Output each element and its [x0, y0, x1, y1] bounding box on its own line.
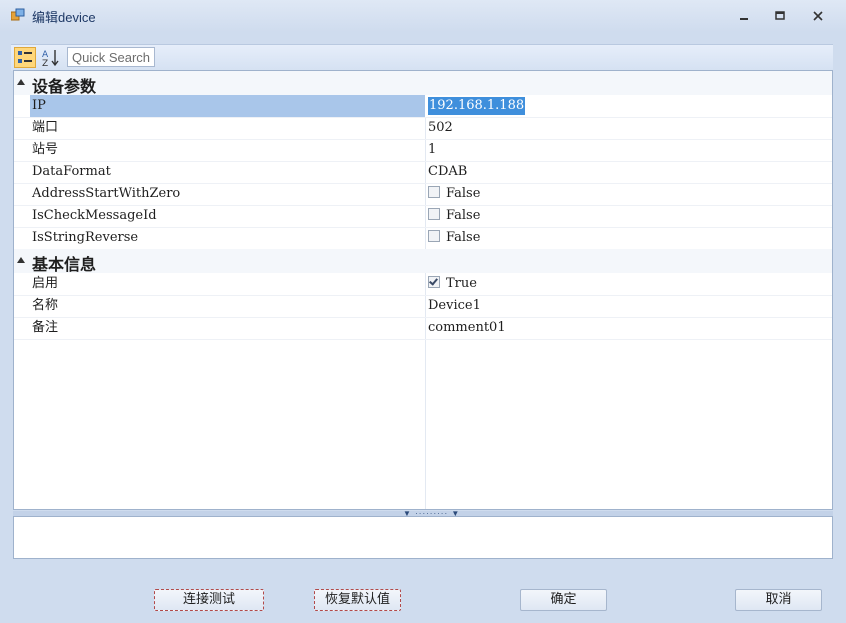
category-label: 基本信息: [32, 255, 97, 274]
close-icon: [813, 11, 823, 21]
property-name: 端口: [32, 120, 59, 135]
restore-button[interactable]: [769, 7, 791, 25]
property-row-ip[interactable]: IP 192.168.1.188: [14, 95, 832, 118]
restore-defaults-button[interactable]: 恢复默认值: [314, 589, 401, 611]
description-pane: [13, 516, 833, 559]
close-button[interactable]: [807, 7, 829, 25]
property-row-port[interactable]: 端口 502: [14, 117, 832, 140]
connection-test-button[interactable]: 连接测试: [154, 589, 264, 611]
svg-text:Z: Z: [42, 59, 48, 68]
cancel-button[interactable]: 取消: [735, 589, 822, 611]
property-value[interactable]: True: [428, 273, 477, 295]
window-title: 编辑device: [32, 10, 96, 25]
quick-search-input[interactable]: [67, 47, 155, 67]
property-row-name[interactable]: 名称 Device1: [14, 295, 832, 318]
checkbox[interactable]: [428, 276, 440, 288]
property-value[interactable]: 192.168.1.188: [428, 97, 526, 115]
property-name: IsCheckMessageId: [32, 208, 157, 223]
property-value[interactable]: Device1: [428, 295, 481, 317]
property-row-comment[interactable]: 备注 comment01: [14, 317, 832, 340]
property-value[interactable]: False: [428, 183, 480, 205]
property-name: AddressStartWithZero: [32, 186, 181, 201]
property-value[interactable]: 1: [428, 139, 436, 161]
property-grid-toolbar: A Z: [11, 44, 833, 71]
property-name: 备注: [32, 320, 59, 335]
property-value[interactable]: False: [428, 205, 480, 227]
checkbox[interactable]: [428, 208, 440, 220]
property-row-dataformat[interactable]: DataFormat CDAB: [14, 161, 832, 184]
alphabetical-sort-button[interactable]: A Z: [41, 48, 61, 69]
property-row-station[interactable]: 站号 1: [14, 139, 832, 162]
window-app-icon: [11, 8, 25, 21]
categorized-view-button[interactable]: [14, 47, 36, 68]
property-row-isstringreverse[interactable]: IsStringReverse False: [14, 227, 832, 250]
alphabetical-sort-icon: A Z: [42, 50, 59, 69]
category-device-params[interactable]: 设备参数: [14, 71, 832, 96]
category-basic-info[interactable]: 基本信息: [14, 249, 832, 274]
checkbox[interactable]: [428, 186, 440, 198]
ok-button[interactable]: 确定: [520, 589, 607, 611]
title-bar: 编辑device: [0, 0, 846, 32]
category-label: 设备参数: [32, 77, 97, 96]
property-value[interactable]: CDAB: [428, 161, 467, 183]
property-value[interactable]: 502: [428, 117, 453, 139]
minimize-icon: [740, 18, 748, 20]
property-name: DataFormat: [32, 164, 111, 179]
property-name: IP: [30, 95, 425, 117]
categorized-view-icon: [18, 51, 32, 63]
property-name: 名称: [32, 298, 59, 313]
collapse-icon[interactable]: [17, 257, 25, 263]
property-grid: 设备参数 IP 192.168.1.188 端口 502 站号 1 DataFo…: [13, 70, 833, 510]
property-row-enable[interactable]: 启用 True: [14, 273, 832, 296]
property-name: 启用: [32, 276, 59, 291]
minimize-button[interactable]: [733, 7, 755, 25]
restore-icon: [775, 11, 785, 20]
collapse-icon[interactable]: [17, 79, 25, 85]
property-row-ischeckmessageid[interactable]: IsCheckMessageId False: [14, 205, 832, 228]
property-row-addressstartwithzero[interactable]: AddressStartWithZero False: [14, 183, 832, 206]
property-name: 站号: [32, 142, 59, 157]
property-value[interactable]: False: [428, 227, 480, 249]
property-value[interactable]: comment01: [428, 317, 506, 339]
checkbox[interactable]: [428, 230, 440, 242]
property-name: IsStringReverse: [32, 230, 139, 245]
